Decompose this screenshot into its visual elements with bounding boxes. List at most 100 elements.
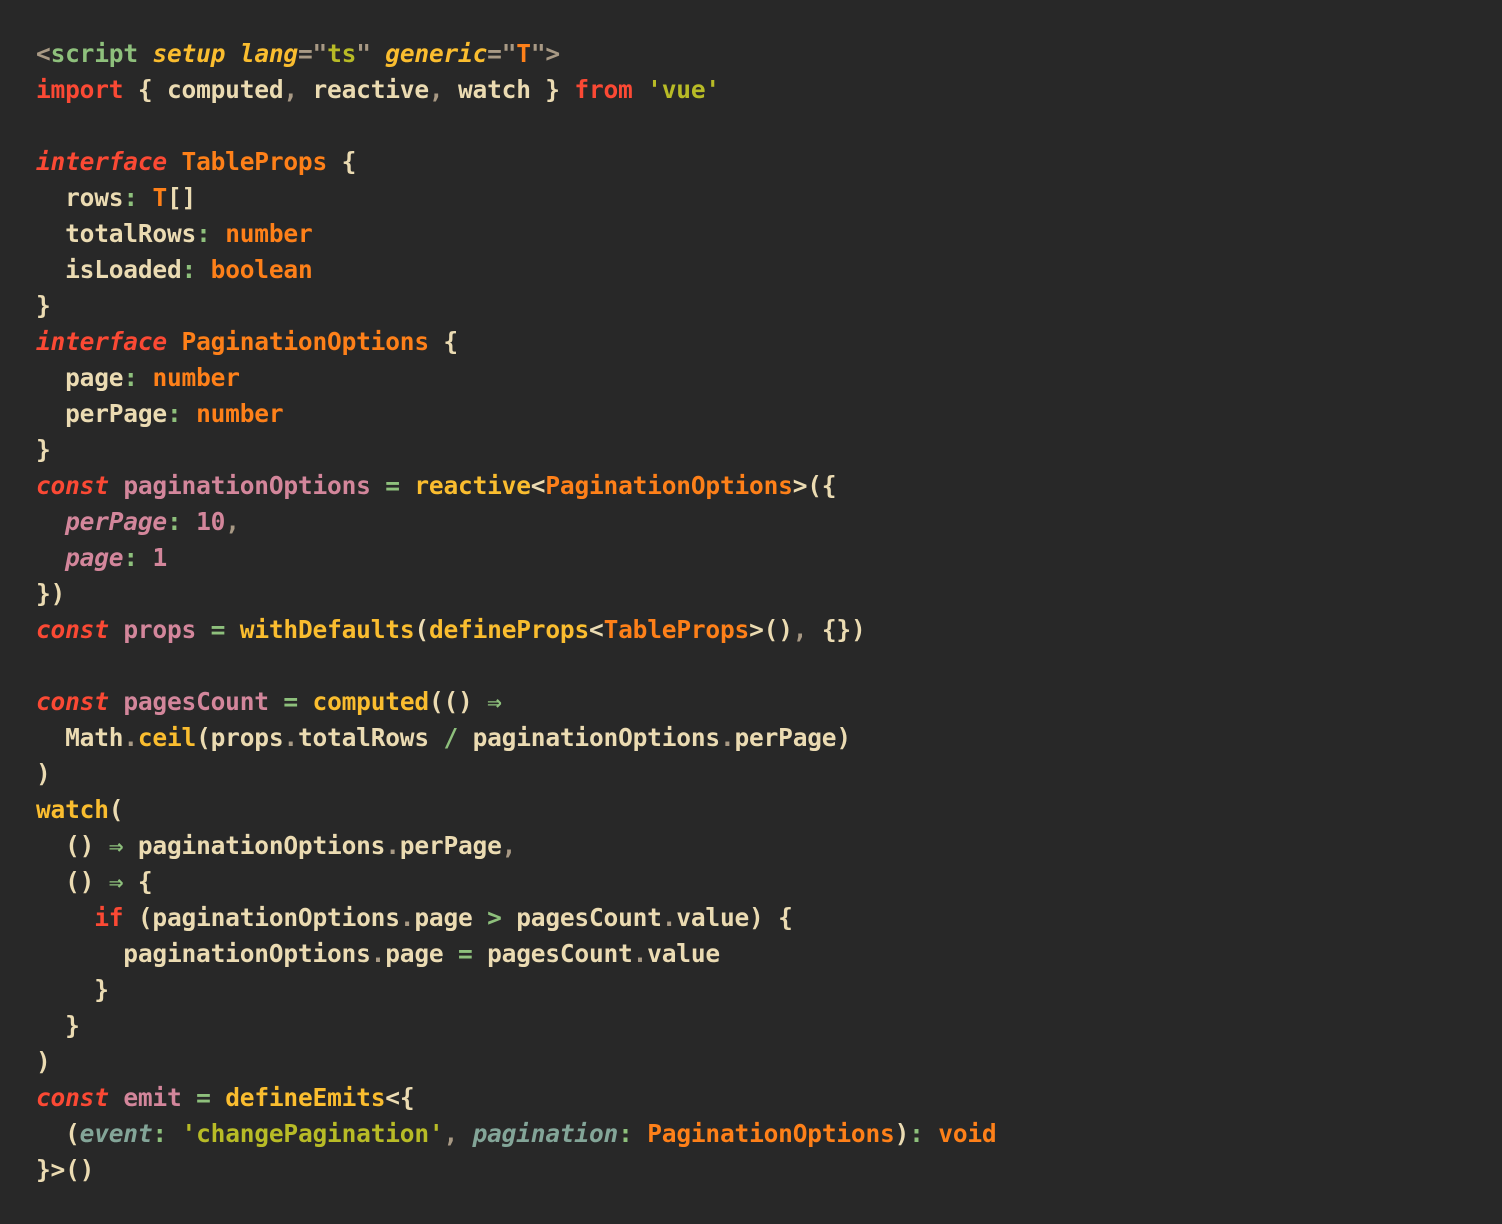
code-token: . [661,903,677,932]
code-line: } [36,1008,1502,1044]
code-token: ( [36,1119,80,1148]
code-token: < [530,471,546,500]
code-token: { [428,327,458,356]
code-editor-surface: <script setup lang="ts" generic="T"> impo… [0,0,1502,1224]
code-token: lang [239,39,298,68]
code-token: . [370,939,386,968]
code-token: paginationOptions [458,723,721,752]
code-token: >({ [792,471,837,500]
code-token: if [94,903,124,932]
code-token: } [36,975,109,1004]
code-token: , [225,507,240,536]
code-token: = [283,687,298,716]
code-token: . [283,723,298,752]
code-token: computed [312,687,430,716]
code-token: perPage [65,507,167,536]
code-line: totalRows: number [36,216,1502,252]
code-token: T [152,183,167,212]
code-token: Math [36,723,124,752]
code-line: if (paginationOptions.page > pagesCount.… [36,900,1502,936]
code-token: PaginationOptions [181,327,430,356]
code-token: / [443,723,459,752]
code-line: interface PaginationOptions { [36,324,1502,360]
code-block[interactable]: <script setup lang="ts" generic="T"> impo… [36,36,1502,1188]
code-token: < [589,615,604,644]
code-token: = [196,1083,211,1112]
code-token: : [123,363,138,392]
code-token: const [36,615,109,644]
code-token: : [181,255,197,284]
code-token: . [385,831,400,860]
code-token: = [457,939,473,968]
code-token: }>() [36,1155,95,1184]
code-token: . [399,903,415,932]
code-token: page [65,543,124,572]
code-token: > [487,903,502,932]
code-token: , [428,75,444,104]
code-token: 'changePagination' [181,1119,444,1148]
code-token: watch } [443,75,575,104]
code-line: ) [36,1044,1502,1080]
code-token: : [196,219,211,248]
code-token: perPage [399,831,502,860]
code-token: defineProps [428,615,590,644]
code-token: } [36,291,51,320]
code-line: rows: T[] [36,180,1502,216]
code-token: withDefaults [239,615,415,644]
code-token: : [618,1119,633,1148]
code-token: number [196,399,284,428]
code-token: { [327,147,357,176]
code-token: { [123,867,153,896]
code-token: T [516,39,531,68]
code-token: . [719,723,735,752]
code-token: PaginationOptions [545,471,793,500]
code-token: >() [749,615,793,644]
code-token: , [283,75,298,104]
code-token: TableProps [181,147,328,176]
code-token: ( [108,795,124,824]
code-token: const [36,471,109,500]
code-line: const paginationOptions = reactive<Pagin… [36,468,1502,504]
code-token: ) [36,1047,51,1076]
code-line: import { computed, reactive, watch } fro… [36,72,1502,108]
code-token: from [574,75,633,104]
code-token: const [36,1083,109,1112]
code-line: paginationOptions.page = pagesCount.valu… [36,936,1502,972]
code-line: perPage: 10, [36,504,1502,540]
code-token: pagination [472,1119,619,1148]
code-token: : [166,399,182,428]
code-token: paginationOptions [123,471,371,500]
code-line: interface TableProps { [36,144,1502,180]
code-token: value [647,939,720,968]
code-token: =" [487,39,517,68]
code-line: Math.ceil(props.totalRows / paginationOp… [36,720,1502,756]
code-token: = [210,615,226,644]
code-token: totalRows [36,219,197,248]
code-token: paginationOptions [123,831,386,860]
code-token: interface [36,327,167,356]
code-token: : [166,507,182,536]
code-token: ts [327,39,357,68]
code-token: PaginationOptions [647,1119,895,1148]
code-token: perPage [36,399,167,428]
code-token: interface [36,147,167,176]
code-token: ceil [137,723,197,752]
code-token: event [79,1119,153,1148]
code-token: , [792,615,808,644]
